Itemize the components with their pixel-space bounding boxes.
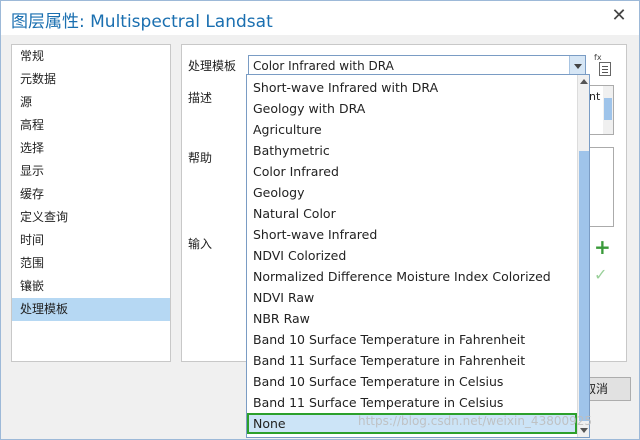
sidebar-item[interactable]: 常规 xyxy=(12,45,170,68)
dropdown-option[interactable]: Natural Color xyxy=(247,203,577,224)
dropdown-option[interactable]: NDVI Colorized xyxy=(247,245,577,266)
description-text: nt xyxy=(589,90,601,103)
dropdown-option[interactable]: Short-wave Infrared with DRA xyxy=(247,77,577,98)
description-scrollbar[interactable] xyxy=(603,86,613,134)
title-bar[interactable]: 图层属性: Multispectral Landsat ✕ xyxy=(1,1,639,35)
dropdown-scroll-thumb[interactable] xyxy=(579,151,589,421)
help-label: 帮助 xyxy=(188,151,213,165)
sidebar-item[interactable]: 高程 xyxy=(12,114,170,137)
fx-icon-label: fx xyxy=(594,53,602,62)
fx-icon[interactable]: fx xyxy=(594,53,612,77)
dropdown-option[interactable]: Geology xyxy=(247,182,577,203)
plus-icon[interactable]: + xyxy=(594,235,611,259)
sidebar-item[interactable]: 时间 xyxy=(12,229,170,252)
template-dropdown-list[interactable]: Short-wave Infrared with DRA Geology with… xyxy=(246,74,590,438)
dropdown-option[interactable]: None xyxy=(247,413,577,434)
dropdown-scrollbar[interactable] xyxy=(577,75,589,437)
sidebar-item[interactable]: 处理模板 xyxy=(12,298,170,321)
sidebar-item[interactable]: 范围 xyxy=(12,252,170,275)
template-combobox-value: Color Infrared with DRA xyxy=(253,59,394,73)
dropdown-options: Short-wave Infrared with DRA Geology with… xyxy=(247,77,577,434)
window-title: 图层属性: Multispectral Landsat xyxy=(11,12,273,32)
description-label: 描述 xyxy=(188,91,213,105)
scroll-down-icon[interactable] xyxy=(580,428,588,433)
help-box[interactable] xyxy=(586,147,614,227)
input-label: 输入 xyxy=(188,237,213,251)
dropdown-option[interactable]: Bathymetric xyxy=(247,140,577,161)
sidebar-item[interactable]: 定义查询 xyxy=(12,206,170,229)
dropdown-option[interactable]: Normalized Difference Moisture Index Col… xyxy=(247,266,577,287)
list-icon xyxy=(599,62,611,76)
dropdown-option[interactable]: NBR Raw xyxy=(247,308,577,329)
dropdown-option[interactable]: Band 10 Surface Temperature in Fahrenhei… xyxy=(247,329,577,350)
close-icon[interactable]: ✕ xyxy=(609,6,629,26)
scroll-up-icon[interactable] xyxy=(580,79,588,84)
template-label: 处理模板 xyxy=(188,59,237,73)
dropdown-option[interactable]: Band 10 Surface Temperature in Celsius xyxy=(247,371,577,392)
sidebar-item[interactable]: 缓存 xyxy=(12,183,170,206)
dropdown-option[interactable]: Short-wave Infrared xyxy=(247,224,577,245)
sidebar-item[interactable]: 镶嵌 xyxy=(12,275,170,298)
chevron-down-icon[interactable] xyxy=(569,56,585,76)
sidebar-item[interactable]: 显示 xyxy=(12,160,170,183)
dropdown-option[interactable]: Geology with DRA xyxy=(247,98,577,119)
description-scroll-thumb[interactable] xyxy=(604,98,612,120)
dropdown-option[interactable]: Band 11 Surface Temperature in Fahrenhei… xyxy=(247,350,577,371)
description-box[interactable]: nt xyxy=(586,85,614,135)
sidebar-item[interactable]: 选择 xyxy=(12,137,170,160)
sidebar-item[interactable]: 源 xyxy=(12,91,170,114)
dropdown-option[interactable]: NDVI Raw xyxy=(247,287,577,308)
dropdown-option[interactable]: Band 11 Surface Temperature in Celsius xyxy=(247,392,577,413)
check-icon[interactable]: ✓ xyxy=(594,265,607,284)
sidebar-item[interactable]: 元数据 xyxy=(12,68,170,91)
sidebar-nav: 常规 元数据源高程 选择 显示 缓存 定义查询 时间 范围 镶嵌 处理模板 xyxy=(11,44,171,362)
dropdown-option[interactable]: Color Infrared xyxy=(247,161,577,182)
dropdown-option[interactable]: Agriculture xyxy=(247,119,577,140)
